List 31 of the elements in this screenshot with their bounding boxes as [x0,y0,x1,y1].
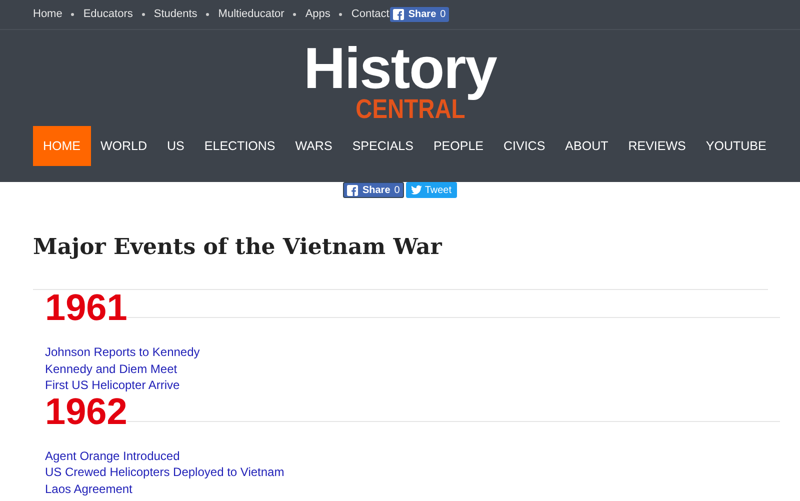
logo-subtitle: CENTRAL [355,96,465,122]
share-button[interactable]: Share 0 [390,7,449,22]
nav-tab[interactable]: PEOPLE [423,126,494,166]
nav-tab[interactable]: YOUTUBE [696,126,776,166]
top-link[interactable]: Apps [305,6,330,23]
nav-tab[interactable]: WARS [285,126,342,166]
nav-tab[interactable]: WORLD [90,126,158,166]
event-link[interactable]: Agent Orange Introduced [45,448,180,464]
facebook-icon [347,184,358,196]
nav-tab[interactable]: SPECIALS [342,126,424,166]
nav-tab[interactable]: REVIEWS [618,126,696,166]
year-heading: 1962 [45,394,128,430]
top-link[interactable]: Educators [83,6,133,23]
event-link[interactable]: Kennedy and Diem Meet [45,360,178,377]
year-heading: 1961 [45,290,128,326]
nav-tab[interactable]: ABOUT [555,126,618,166]
bird-icon [410,185,422,195]
top-link[interactable]: Multieducator [218,6,284,23]
event-link[interactable]: Johnson Reports to Kennedy [45,344,200,360]
top-link[interactable]: Home [33,6,62,23]
share-button[interactable]: Share 0 [343,182,404,198]
event-link[interactable]: First US Helicopter Arrive [45,377,180,394]
page-title: Major Events of the Vietnam War [33,233,443,262]
top-link[interactable]: Contact [351,6,390,23]
nav-tab[interactable]: US [157,126,194,166]
top-link[interactable]: Students [154,6,198,23]
facebook-icon [393,9,404,20]
event-link[interactable]: Laos Agreement [45,480,132,497]
nav-tab[interactable]: CIVICS [493,126,556,166]
event-link[interactable]: US Crewed Helicopters Deployed to Vietnam [45,464,284,480]
nav-tab[interactable]: ELECTIONS [194,126,286,166]
